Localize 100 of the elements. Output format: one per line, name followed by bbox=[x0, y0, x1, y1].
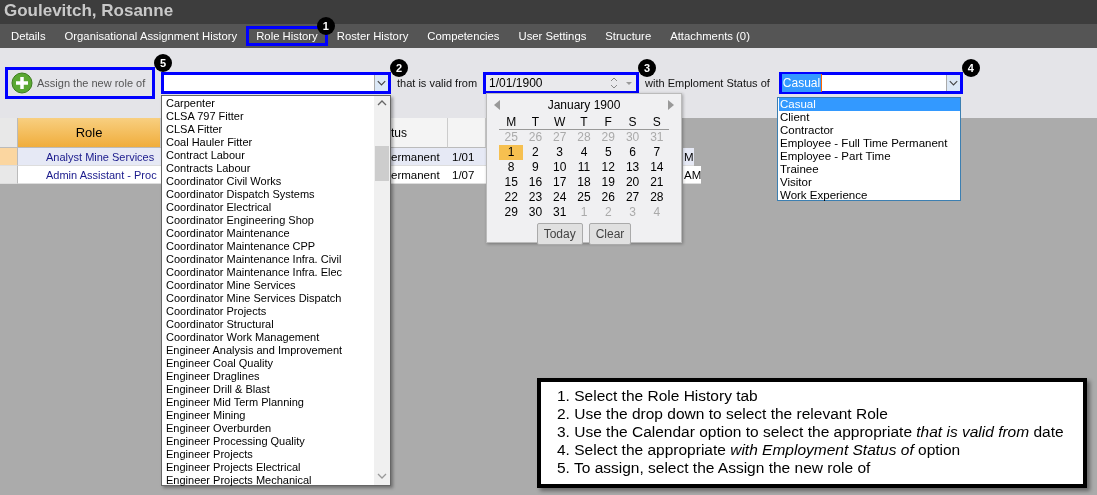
table-cell: M bbox=[683, 148, 694, 166]
dropdown-item[interactable]: Engineer Projects Mechanical bbox=[166, 474, 374, 487]
calendar-day[interactable]: 5 bbox=[596, 145, 621, 160]
dropdown-item[interactable]: Contractor bbox=[779, 124, 960, 137]
dropdown-item[interactable]: Engineer Analysis and Improvement bbox=[166, 344, 374, 357]
column-header[interactable]: tus bbox=[391, 118, 448, 148]
calendar-day[interactable]: 30 bbox=[523, 205, 548, 220]
tab[interactable]: Details bbox=[11, 26, 46, 46]
calendar-button[interactable]: Today bbox=[536, 223, 583, 245]
date-value: 1/01/1900 bbox=[489, 75, 544, 92]
dropdown-item[interactable]: Coordinator Mine Services bbox=[166, 279, 374, 292]
calendar-day[interactable]: 27 bbox=[620, 190, 645, 205]
chevron-down-icon[interactable] bbox=[374, 75, 388, 91]
calendar-day[interactable]: 16 bbox=[523, 175, 548, 190]
calendar-day[interactable]: 8 bbox=[499, 160, 524, 175]
previous-month-icon[interactable] bbox=[493, 100, 501, 110]
dropdown-item[interactable]: Engineer Draglines bbox=[166, 370, 374, 383]
calendar-day[interactable]: 13 bbox=[620, 160, 645, 175]
calendar-day[interactable]: 26 bbox=[596, 190, 621, 205]
dropdown-item[interactable]: Coal Hauler Fitter bbox=[166, 136, 374, 149]
calendar-day[interactable]: 4 bbox=[571, 145, 597, 160]
callout-number: 2 bbox=[390, 59, 408, 77]
tab[interactable]: Attachments (0) bbox=[670, 26, 750, 46]
spinner-icon[interactable] bbox=[610, 76, 619, 90]
calendar-day[interactable]: 17 bbox=[547, 175, 572, 190]
dropdown-item[interactable]: Coordinator Engineering Shop bbox=[166, 214, 374, 227]
calendar-day[interactable]: 25 bbox=[571, 190, 597, 205]
row-selector[interactable] bbox=[0, 148, 18, 166]
dropdown-item[interactable]: Coordinator Electrical bbox=[166, 201, 374, 214]
tab[interactable]: Roster History bbox=[336, 26, 409, 46]
calendar-day[interactable]: 9 bbox=[523, 160, 548, 175]
dropdown-item[interactable]: Employee - Part Time bbox=[779, 150, 960, 163]
dropdown-item[interactable]: Coordinator Structural bbox=[166, 318, 374, 331]
calendar-day[interactable]: 19 bbox=[596, 175, 621, 190]
dropdown-item[interactable]: Carpenter bbox=[166, 97, 374, 110]
dropdown-item[interactable]: Visitor bbox=[779, 176, 960, 189]
dropdown-item[interactable]: Engineer Projects bbox=[166, 448, 374, 461]
calendar-day[interactable]: 2 bbox=[523, 145, 548, 160]
tab[interactable]: Structure bbox=[605, 26, 652, 46]
dropdown-item[interactable]: Coordinator Dispatch Systems bbox=[166, 188, 374, 201]
dropdown-item[interactable]: Client bbox=[779, 111, 960, 124]
weekday-label: T bbox=[571, 114, 597, 130]
calendar-day[interactable]: 31 bbox=[547, 205, 572, 220]
tab[interactable]: Organisational Assignment History bbox=[64, 26, 238, 46]
next-month-icon[interactable] bbox=[667, 100, 675, 110]
calendar-day[interactable]: 28 bbox=[644, 190, 669, 205]
dropdown-item[interactable]: Employee - Full Time Permanent bbox=[779, 137, 960, 150]
calendar-day[interactable]: 6 bbox=[620, 145, 645, 160]
dropdown-item[interactable]: Contracts Labour bbox=[166, 162, 374, 175]
dropdown-item[interactable]: Coordinator Mine Services Dispatch bbox=[166, 292, 374, 305]
dropdown-item[interactable]: CLSA 797 Fitter bbox=[166, 110, 374, 123]
table-cell: Analyst Mine Services bbox=[18, 148, 161, 166]
chevron-down-icon[interactable] bbox=[945, 75, 960, 91]
calendar-day[interactable]: 14 bbox=[644, 160, 669, 175]
role-dropdown-field[interactable] bbox=[161, 72, 391, 94]
dropdown-item[interactable]: Trainee bbox=[779, 163, 960, 176]
dropdown-item[interactable]: Contract Labour bbox=[166, 149, 374, 162]
dropdown-item[interactable]: Coordinator Maintenance bbox=[166, 227, 374, 240]
dropdown-item[interactable]: Work Experience bbox=[779, 189, 960, 202]
calendar-day[interactable]: 11 bbox=[571, 160, 597, 175]
calendar-day[interactable]: 29 bbox=[499, 205, 524, 220]
dropdown-item[interactable]: Engineer Processing Quality bbox=[166, 435, 374, 448]
tab[interactable]: Competencies bbox=[427, 26, 500, 46]
calendar-day[interactable]: 10 bbox=[547, 160, 572, 175]
calendar-day[interactable]: 22 bbox=[499, 190, 524, 205]
dropdown-item[interactable]: Engineer Mining bbox=[166, 409, 374, 422]
calendar-day[interactable]: 18 bbox=[571, 175, 597, 190]
dropdown-item[interactable]: Coordinator Maintenance CPP bbox=[166, 240, 374, 253]
dropdown-item[interactable]: Coordinator Maintenance Infra. Civil bbox=[166, 253, 374, 266]
column-header[interactable]: Role bbox=[18, 118, 161, 148]
calendar-day[interactable]: 23 bbox=[523, 190, 548, 205]
dropdown-item[interactable]: Engineer Mid Term Planning bbox=[166, 396, 374, 409]
assign-button[interactable]: Assign the new role of bbox=[5, 67, 155, 99]
dropdown-item[interactable]: Engineer Coal Quality bbox=[166, 357, 374, 370]
calendar-day[interactable]: 3 bbox=[547, 145, 572, 160]
date-field[interactable]: 1/01/1900 bbox=[483, 72, 640, 94]
dropdown-item[interactable]: Coordinator Maintenance Infra. Elec bbox=[166, 266, 374, 279]
dropdown-item[interactable]: Coordinator Projects bbox=[166, 305, 374, 318]
column-header[interactable] bbox=[448, 118, 486, 148]
calendar-day[interactable]: 24 bbox=[547, 190, 572, 205]
row-selector[interactable] bbox=[0, 166, 18, 184]
calendar-day[interactable]: 21 bbox=[644, 175, 669, 190]
instruction-text: 2. Use the drop down to select the relevant Role bbox=[557, 405, 889, 423]
dropdown-item[interactable]: Engineer Overburden bbox=[166, 422, 374, 435]
dropdown-item[interactable]: Coordinator Civil Works bbox=[166, 175, 374, 188]
dropdown-item[interactable]: Engineer Projects Electrical bbox=[166, 461, 374, 474]
field-label: with Emploment Status of bbox=[645, 75, 770, 91]
dropdown-item[interactable]: Engineer Drill & Blast bbox=[166, 383, 374, 396]
dropdown-item[interactable]: Coordinator Work Management bbox=[166, 331, 374, 344]
calendar-button[interactable]: Clear bbox=[588, 223, 632, 245]
calendar-day[interactable]: 1 bbox=[499, 145, 524, 160]
calendar-day[interactable]: 15 bbox=[499, 175, 524, 190]
weekday-label: S bbox=[644, 114, 669, 130]
calendar-day[interactable]: 20 bbox=[620, 175, 645, 190]
add-icon bbox=[11, 72, 33, 94]
tab[interactable]: User Settings bbox=[518, 26, 587, 46]
calendar-title: January 1900 bbox=[547, 97, 621, 114]
calendar-day[interactable]: 7 bbox=[644, 145, 669, 160]
dropdown-item[interactable]: CLSA Fitter bbox=[166, 123, 374, 136]
calendar-day[interactable]: 12 bbox=[596, 160, 621, 175]
